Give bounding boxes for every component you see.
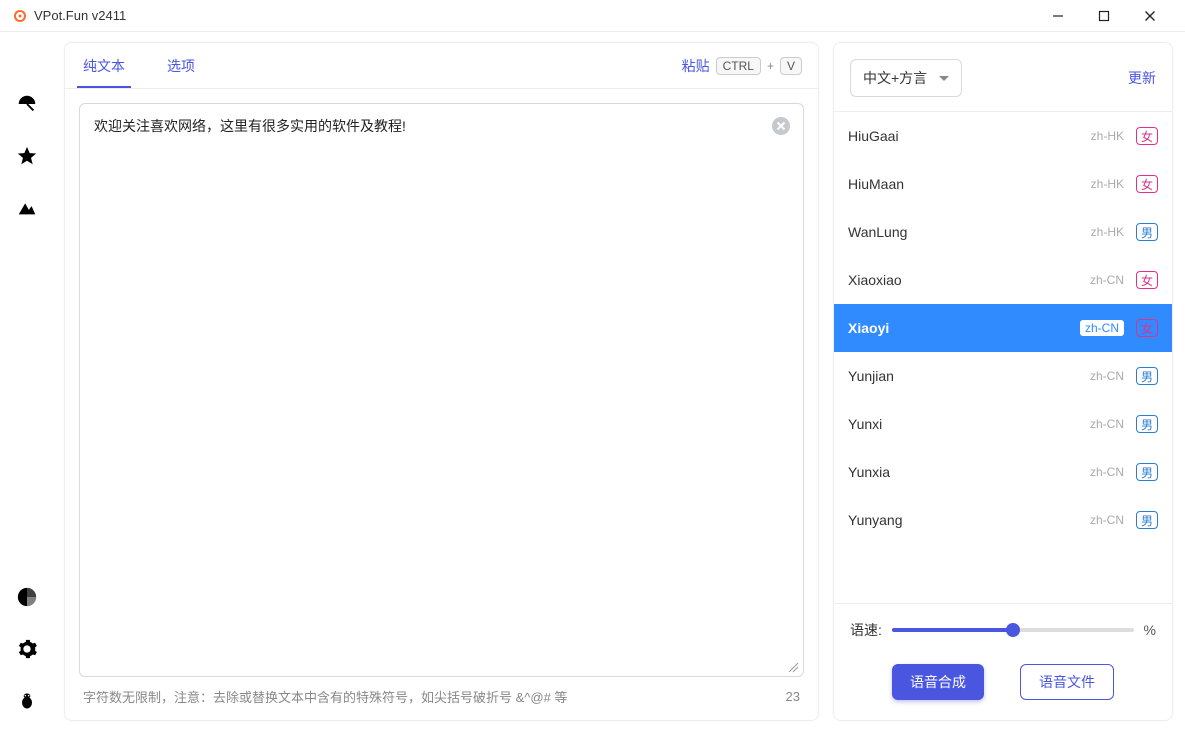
gear-icon[interactable] bbox=[15, 637, 39, 661]
gender-female-badge: 女 bbox=[1136, 271, 1158, 289]
speed-pct-suffix: % bbox=[1144, 622, 1156, 638]
maximize-button[interactable] bbox=[1081, 0, 1127, 32]
voice-item[interactable]: WanLungzh-HK 男 bbox=[834, 208, 1172, 256]
voice-item[interactable]: HiuGaaizh-HK 女 bbox=[834, 112, 1172, 160]
bug-icon[interactable] bbox=[15, 689, 39, 713]
voice-item[interactable]: HiuMaanzh-HK 女 bbox=[834, 160, 1172, 208]
synthesize-button[interactable]: 语音合成 bbox=[892, 664, 984, 700]
voice-locale: zh-HK bbox=[1091, 129, 1124, 143]
speed-label: 语速: bbox=[850, 620, 882, 640]
voice-locale: zh-CN bbox=[1090, 369, 1124, 383]
voice-locale: zh-CN bbox=[1090, 273, 1124, 287]
voice-name: HiuGaai bbox=[848, 128, 1091, 144]
gender-male-badge: 男 bbox=[1136, 463, 1158, 481]
voice-item[interactable]: Yunxiazh-CN 男 bbox=[834, 448, 1172, 496]
voice-item[interactable]: Yunjianzh-CN 男 bbox=[834, 352, 1172, 400]
hint-row: 字符数无限制，注意：去除或替换文本中含有的特殊符号，如尖括号破折号 &^@# 等… bbox=[79, 677, 804, 710]
aperture-icon[interactable] bbox=[15, 585, 39, 609]
paste-area: 粘贴 CTRL + V bbox=[682, 56, 802, 76]
main-area: 纯文本 选项 粘贴 CTRL + V 欢迎关注喜欢网络，这里有很多实用的软件及教… bbox=[0, 32, 1185, 733]
button-row: 语音合成 语音文件 bbox=[834, 648, 1172, 720]
voice-file-button[interactable]: 语音文件 bbox=[1020, 664, 1114, 700]
gender-male-badge: 男 bbox=[1136, 415, 1158, 433]
hint-text: 字符数无限制，注意：去除或替换文本中含有的特殊符号，如尖括号破折号 &^@# 等 bbox=[83, 687, 567, 706]
voice-locale: zh-CN bbox=[1090, 417, 1124, 431]
voice-locale: zh-HK bbox=[1091, 225, 1124, 239]
voice-item[interactable]: Xiaoxiaozh-CN 女 bbox=[834, 256, 1172, 304]
voice-name: Yunxia bbox=[848, 464, 1090, 480]
update-button[interactable]: 更新 bbox=[1128, 68, 1156, 88]
kbd-v: V bbox=[780, 57, 802, 75]
window-title: VPot.Fun v2411 bbox=[34, 8, 126, 23]
language-select[interactable]: 中文+方言 bbox=[850, 59, 962, 97]
paste-button[interactable]: 粘贴 bbox=[682, 56, 710, 76]
voice-locale: zh-HK bbox=[1091, 177, 1124, 191]
voices-panel: 中文+方言 更新 HiuGaaizh-HK女HiuMaanzh-HK女WanLu… bbox=[833, 42, 1173, 721]
char-count: 23 bbox=[786, 689, 800, 704]
umbrella-icon[interactable] bbox=[15, 92, 39, 116]
text-value: 欢迎关注喜欢网络，这里有很多实用的软件及教程! bbox=[94, 116, 763, 136]
gender-male-badge: 男 bbox=[1136, 367, 1158, 385]
tab-plain-text[interactable]: 纯文本 bbox=[81, 43, 127, 88]
kbd-ctrl: CTRL bbox=[716, 57, 761, 75]
voice-name: Yunyang bbox=[848, 512, 1090, 528]
text-input[interactable]: 欢迎关注喜欢网络，这里有很多实用的软件及教程! bbox=[79, 103, 804, 677]
voice-locale: zh-CN bbox=[1090, 513, 1124, 527]
clear-text-button[interactable] bbox=[771, 116, 791, 136]
language-select-label: 中文+方言 bbox=[863, 68, 927, 88]
speed-row: 语速: % bbox=[834, 604, 1172, 648]
gender-female-badge: 女 bbox=[1136, 127, 1158, 145]
voice-list[interactable]: HiuGaaizh-HK女HiuMaanzh-HK女WanLungzh-HK男X… bbox=[834, 111, 1172, 604]
content-area: 纯文本 选项 粘贴 CTRL + V 欢迎关注喜欢网络，这里有很多实用的软件及教… bbox=[54, 32, 1185, 733]
close-button[interactable] bbox=[1127, 0, 1173, 32]
voice-item[interactable]: Yunyangzh-CN 男 bbox=[834, 496, 1172, 544]
voice-name: Xiaoyi bbox=[848, 320, 1080, 336]
voice-name: Yunjian bbox=[848, 368, 1090, 384]
gender-female-badge: 女 bbox=[1136, 319, 1158, 337]
app-icon bbox=[12, 8, 28, 24]
voice-locale: zh-CN bbox=[1080, 320, 1124, 336]
voice-item[interactable]: Yunxizh-CN 男 bbox=[834, 400, 1172, 448]
title-bar: VPot.Fun v2411 bbox=[0, 0, 1185, 32]
mountain-icon[interactable] bbox=[15, 196, 39, 220]
resize-handle[interactable] bbox=[787, 660, 799, 672]
minimize-button[interactable] bbox=[1035, 0, 1081, 32]
voice-name: Yunxi bbox=[848, 416, 1090, 432]
speed-slider[interactable] bbox=[892, 620, 1134, 640]
tabs-row: 纯文本 选项 粘贴 CTRL + V bbox=[65, 43, 818, 89]
voice-locale: zh-CN bbox=[1090, 465, 1124, 479]
voice-name: HiuMaan bbox=[848, 176, 1091, 192]
voice-name: WanLung bbox=[848, 224, 1091, 240]
text-panel: 纯文本 选项 粘贴 CTRL + V 欢迎关注喜欢网络，这里有很多实用的软件及教… bbox=[64, 42, 819, 721]
star-icon[interactable] bbox=[15, 144, 39, 168]
side-rail bbox=[0, 32, 54, 733]
gender-male-badge: 男 bbox=[1136, 511, 1158, 529]
voice-name: Xiaoxiao bbox=[848, 272, 1090, 288]
gender-female-badge: 女 bbox=[1136, 175, 1158, 193]
tab-options[interactable]: 选项 bbox=[165, 43, 197, 88]
chevron-down-icon bbox=[939, 76, 949, 81]
voice-item[interactable]: Xiaoyizh-CN 女 bbox=[834, 304, 1172, 352]
gender-male-badge: 男 bbox=[1136, 223, 1158, 241]
kbd-plus: + bbox=[767, 59, 774, 73]
